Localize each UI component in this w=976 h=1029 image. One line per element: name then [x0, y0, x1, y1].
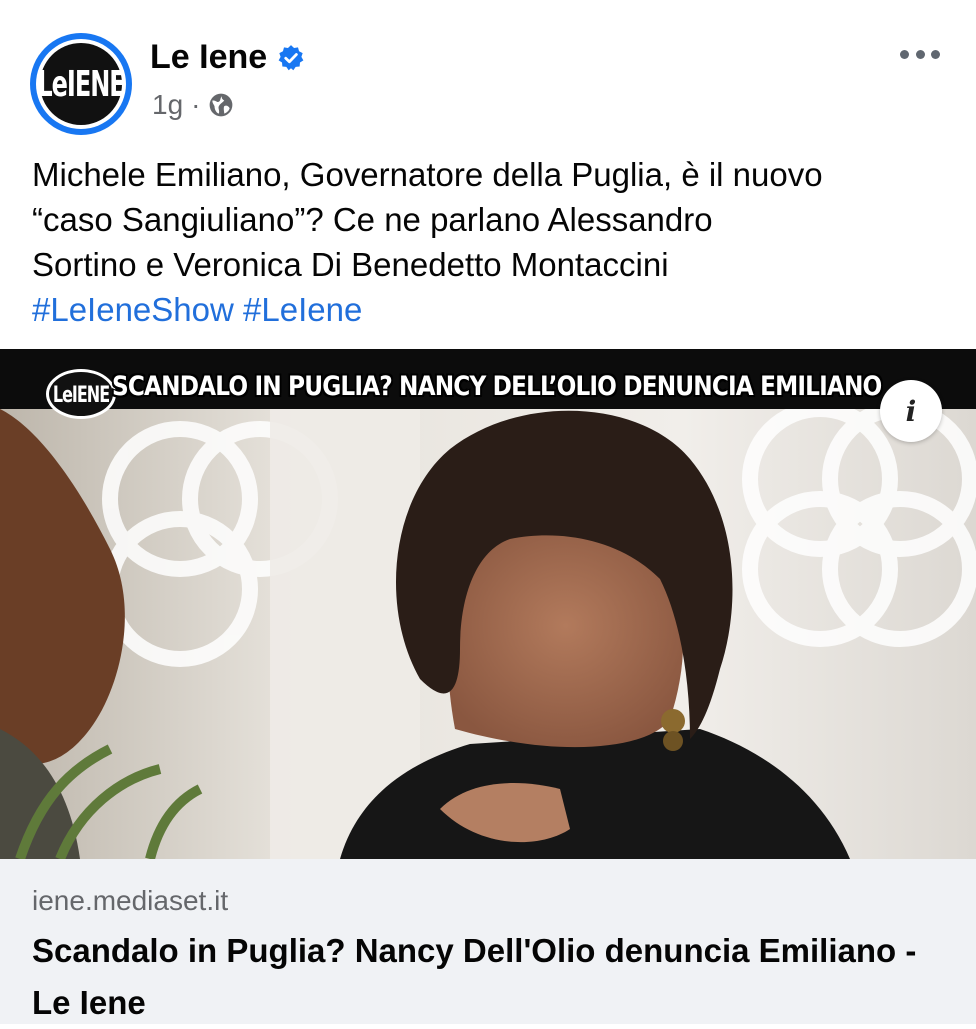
- hashtag-link[interactable]: #LeIeneShow: [32, 291, 234, 328]
- hashtag-link[interactable]: #LeIene: [243, 291, 362, 328]
- meta-separator: ·: [191, 89, 201, 120]
- link-preview-image[interactable]: LeIENE SCANDALO IN PUGLIA? NANCY DELL’OL…: [0, 349, 976, 859]
- globe-icon: [210, 93, 233, 117]
- avatar[interactable]: LeIENE: [30, 33, 132, 135]
- post-meta: 1g ·: [152, 89, 234, 121]
- hashtags-line: #LeIeneShow #LeIene: [32, 287, 952, 332]
- link-title[interactable]: Scandalo in Puglia? Nancy Dell'Olio denu…: [32, 925, 942, 1029]
- post-text: Michele Emiliano, Governatore della Pugl…: [32, 152, 952, 332]
- post-header: LeIENE Le Iene 1g ·: [0, 0, 976, 140]
- post-text-line: Sortino e Veronica Di Benedetto Montacci…: [32, 246, 669, 283]
- page-name-row: Le Iene: [150, 38, 305, 77]
- banner-title: SCANDALO IN PUGLIA? NANCY DELL’OLIO DENU…: [112, 371, 882, 402]
- post-text-line: “caso Sangiuliano”? Ce ne parlano Alessa…: [32, 201, 713, 238]
- page-name[interactable]: Le Iene: [150, 38, 267, 77]
- banner-logo: LeIENE: [46, 369, 116, 419]
- post-time[interactable]: 1g: [152, 89, 183, 121]
- verified-badge-icon: [278, 44, 304, 70]
- preview-photo: [0, 349, 976, 859]
- link-domain: iene.mediaset.it: [32, 885, 229, 916]
- avatar-logo: LeIENE: [37, 63, 125, 105]
- video-title-banner: LeIENE SCANDALO IN PUGLIA? NANCY DELL’OL…: [0, 349, 976, 419]
- post-text-line: Michele Emiliano, Governatore della Pugl…: [32, 156, 823, 193]
- info-icon[interactable]: i: [880, 380, 942, 442]
- more-options-icon[interactable]: [900, 48, 940, 60]
